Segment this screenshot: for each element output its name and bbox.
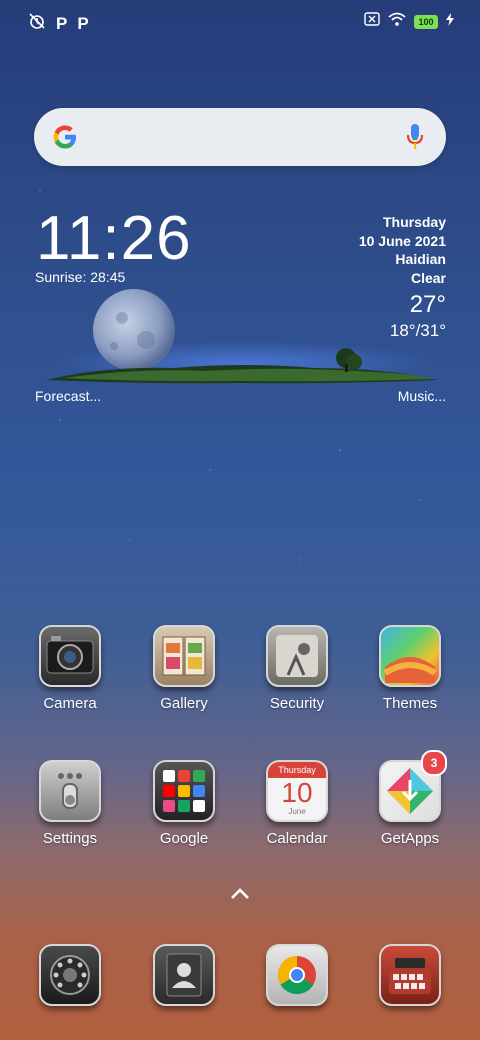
- dock-phone[interactable]: [20, 944, 120, 1006]
- app-calendar[interactable]: Thursday 10 June Calendar: [247, 760, 347, 847]
- alarm-off-icon: [28, 12, 46, 35]
- p-icon: P: [56, 13, 68, 33]
- calendar-icon: Thursday 10 June: [266, 760, 328, 822]
- google-folder-icon: [153, 760, 215, 822]
- microphone-icon[interactable]: [406, 123, 424, 156]
- charging-icon: [446, 12, 454, 31]
- app-gallery[interactable]: Gallery: [134, 625, 234, 712]
- messaging-icon: [379, 944, 441, 1006]
- weather-date: 10 June 2021: [358, 232, 446, 249]
- moon-island-scene: [44, 288, 440, 394]
- dock-chrome[interactable]: [247, 944, 347, 1006]
- settings-icon: [39, 760, 101, 822]
- app-label: Gallery: [160, 695, 208, 712]
- sim-off-icon: [364, 12, 380, 31]
- camera-icon: [39, 625, 101, 687]
- app-google-folder[interactable]: Google: [134, 760, 234, 847]
- app-label: Settings: [42, 830, 98, 847]
- music-link[interactable]: Music...: [398, 388, 446, 404]
- contacts-icon: [153, 944, 215, 1006]
- app-label: Camera: [43, 695, 97, 712]
- themes-icon: [379, 625, 441, 687]
- weather-day: Thursday: [382, 214, 446, 230]
- app-getapps[interactable]: 3 GetApps: [360, 750, 460, 847]
- google-search-bar[interactable]: [34, 108, 446, 166]
- app-camera[interactable]: Camera: [20, 625, 120, 712]
- app-label: Themes: [382, 695, 438, 712]
- app-label: Security: [269, 695, 325, 712]
- forecast-link[interactable]: Forecast...: [35, 388, 101, 404]
- security-icon: [266, 625, 328, 687]
- chevron-up-icon[interactable]: [228, 886, 252, 907]
- calendar-day: Thursday: [268, 762, 326, 778]
- phone-icon: [39, 944, 101, 1006]
- dock-messaging[interactable]: [360, 944, 460, 1006]
- calendar-month: June: [288, 807, 306, 816]
- status-bar: P P 100: [0, 0, 480, 44]
- app-label: Calendar: [266, 830, 328, 847]
- clock-time[interactable]: 11:26: [36, 204, 192, 274]
- app-label: Google: [159, 830, 209, 847]
- calendar-date: 10: [281, 777, 313, 808]
- wifi-icon: [388, 12, 406, 31]
- weather-location: Haidian: [395, 251, 446, 267]
- sunrise-label: Sunrise: 28:45: [35, 269, 126, 285]
- app-settings[interactable]: Settings: [20, 760, 120, 847]
- dock-contacts[interactable]: [134, 944, 234, 1006]
- getapps-icon: 3: [379, 750, 447, 822]
- gallery-icon: [153, 625, 215, 687]
- p-icon: P: [77, 13, 89, 33]
- weather-condition: Clear: [410, 269, 446, 286]
- app-security[interactable]: Security: [247, 625, 347, 712]
- app-label: GetApps: [380, 830, 440, 847]
- notification-badge: 3: [421, 750, 447, 776]
- chrome-icon: [266, 944, 328, 1006]
- app-themes[interactable]: Themes: [360, 625, 460, 712]
- google-g-icon: [50, 122, 80, 157]
- battery-icon: 100: [414, 14, 438, 29]
